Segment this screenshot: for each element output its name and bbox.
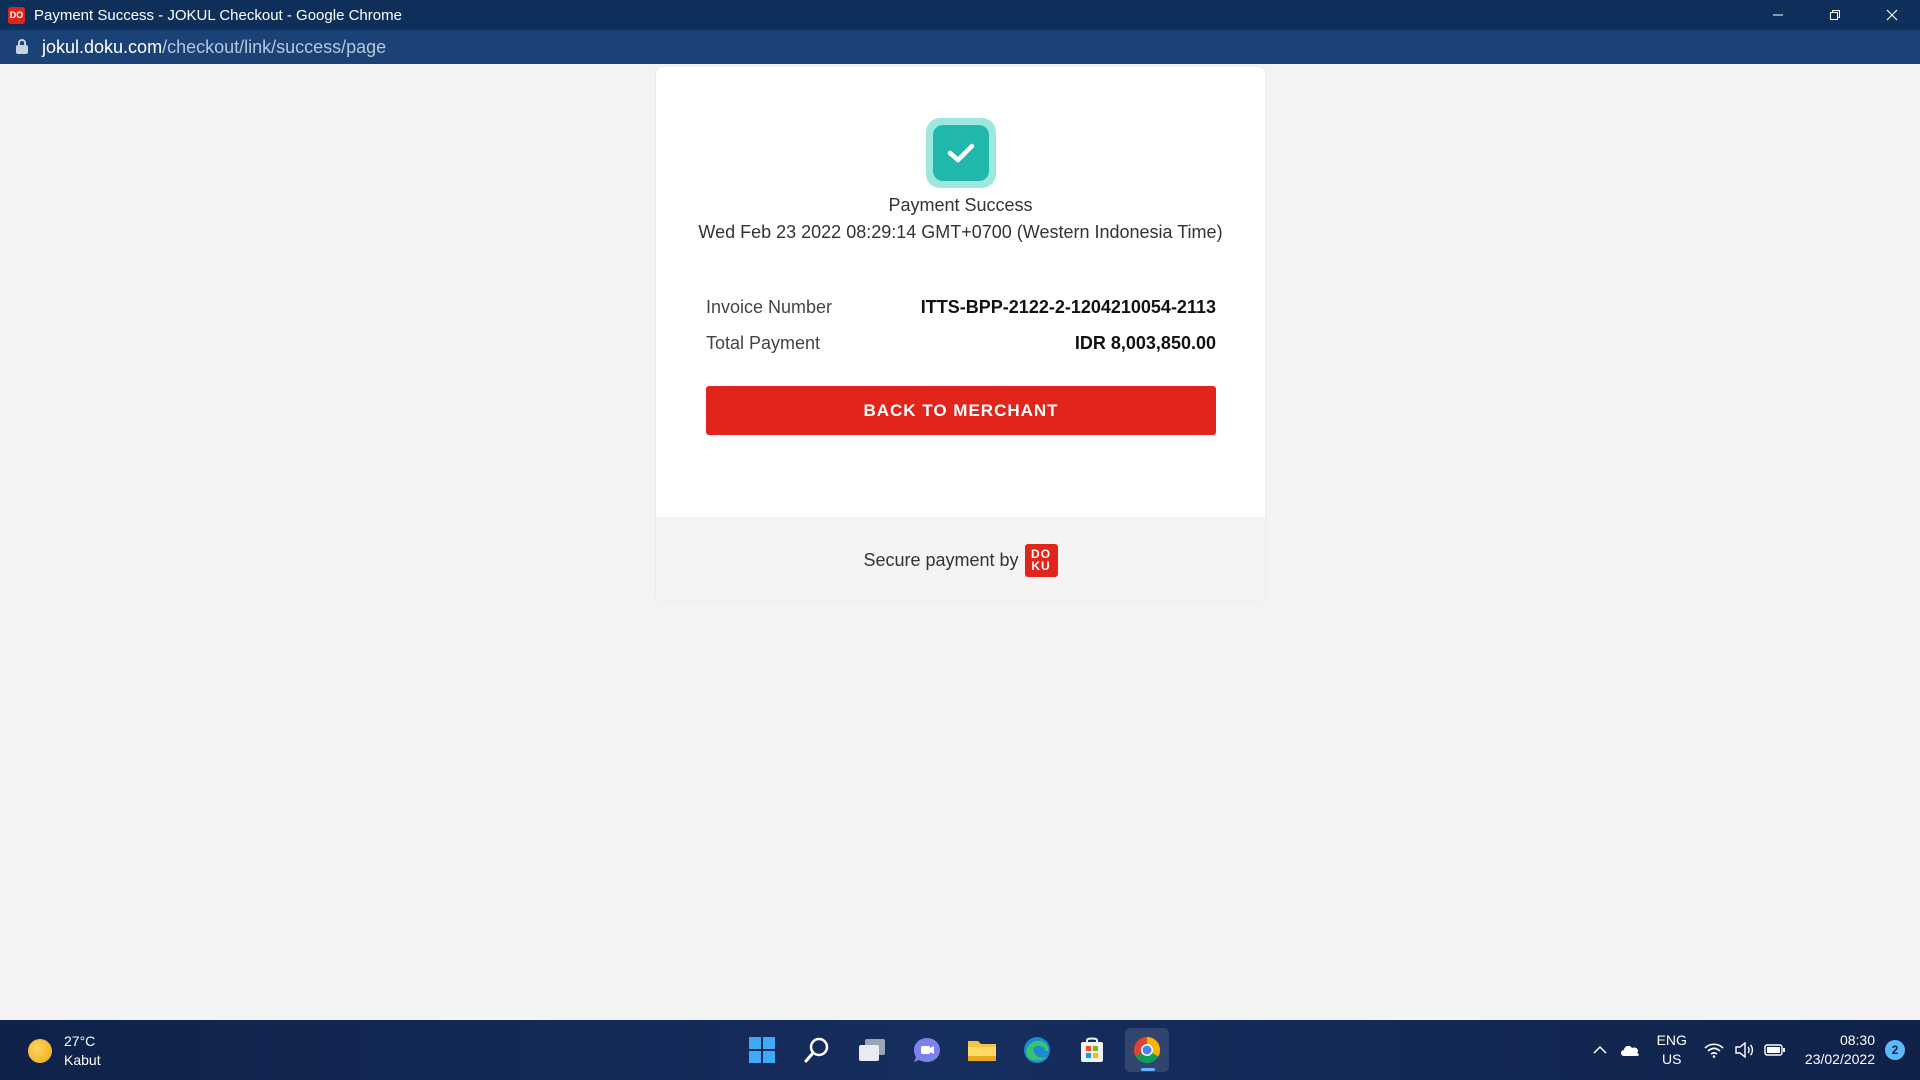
language-code: ENG — [1656, 1032, 1687, 1048]
weather-text: 27°C Kabut — [64, 1032, 101, 1070]
windows-start-icon — [749, 1037, 775, 1063]
file-explorer-icon — [968, 1041, 996, 1061]
onedrive-button[interactable] — [1613, 1043, 1647, 1057]
close-button[interactable] — [1863, 0, 1920, 30]
battery-icon — [1764, 1044, 1785, 1056]
restore-icon — [1829, 10, 1840, 20]
window-controls — [1749, 0, 1920, 30]
weather-temperature: 27°C — [64, 1033, 96, 1049]
show-hidden-icons-button[interactable] — [1587, 1045, 1613, 1055]
address-bar[interactable]: jokul.doku.com/checkout/link/success/pag… — [0, 30, 1920, 64]
lock-icon[interactable] — [15, 39, 29, 55]
success-badge — [926, 118, 996, 188]
windows-start-button[interactable] — [740, 1028, 784, 1072]
chrome-button[interactable] — [1125, 1028, 1169, 1072]
store-icon — [1081, 1037, 1103, 1062]
sun-icon — [28, 1039, 52, 1063]
weather-widget[interactable]: 27°C Kabut — [28, 1032, 101, 1070]
secure-payment-text: Secure payment by — [863, 549, 1019, 570]
url-text[interactable]: jokul.doku.com/checkout/link/success/pag… — [42, 37, 386, 58]
teams-chat-icon — [914, 1038, 940, 1062]
system-tray: ENG US 08:30 23/02/2022 2 — [1587, 1020, 1920, 1080]
volume-button[interactable] — [1729, 1042, 1759, 1058]
speaker-icon — [1735, 1042, 1753, 1058]
doku-logo-line2: KU — [1031, 559, 1051, 573]
doku-favicon-icon: DO — [8, 6, 25, 24]
minimize-icon — [1772, 14, 1783, 16]
notification-badge[interactable]: 2 — [1885, 1040, 1905, 1060]
minimize-button[interactable] — [1749, 0, 1806, 30]
battery-button[interactable] — [1759, 1044, 1791, 1056]
close-icon — [1886, 9, 1897, 21]
url-path: /checkout/link/success/page — [162, 36, 387, 57]
keyboard-region: US — [1662, 1051, 1682, 1067]
chrome-icon — [1133, 1036, 1161, 1064]
edge-button[interactable] — [1015, 1028, 1059, 1072]
search-button[interactable] — [795, 1028, 839, 1072]
clock-date: 23/02/2022 — [1804, 1051, 1875, 1067]
total-value: IDR 8,003,850.00 — [1074, 333, 1216, 353]
search-icon — [804, 1037, 829, 1063]
file-explorer-button[interactable] — [960, 1028, 1004, 1072]
back-to-merchant-button[interactable]: BACK TO MERCHANT — [706, 386, 1216, 435]
payment-timestamp: Wed Feb 23 2022 08:29:14 GMT+0700 (Weste… — [698, 222, 1223, 242]
doku-logo: DO KU — [1024, 543, 1058, 577]
cloud-icon — [1620, 1045, 1639, 1056]
teams-chat-button[interactable] — [905, 1028, 949, 1072]
language-indicator[interactable]: ENG US — [1657, 1031, 1687, 1069]
browser-title-bar: DO Payment Success - JOKUL Checkout - Go… — [0, 0, 1920, 30]
invoice-label: Invoice Number — [706, 297, 833, 317]
window-title: Payment Success - JOKUL Checkout - Googl… — [34, 6, 402, 24]
network-button[interactable] — [1699, 1042, 1729, 1058]
payment-card-body: Payment Success Wed Feb 23 2022 08:29:14… — [656, 67, 1265, 517]
restore-button[interactable] — [1806, 0, 1863, 30]
edge-icon — [1024, 1037, 1050, 1063]
weather-description: Kabut — [64, 1052, 101, 1068]
clock[interactable]: 08:30 23/02/2022 — [1805, 1031, 1875, 1069]
check-icon — [933, 125, 989, 181]
taskbar-apps — [740, 1028, 1180, 1072]
secure-payment-footer: Secure payment by DO KU — [656, 517, 1265, 601]
wifi-icon — [1704, 1043, 1724, 1058]
payment-status-title: Payment Success — [888, 195, 1033, 215]
total-row: Total Payment IDR 8,003,850.00 — [706, 333, 1216, 354]
invoice-value: ITTS-BPP-2122-2-1204210054-2113 — [920, 297, 1216, 317]
page-viewport: Payment Success Wed Feb 23 2022 08:29:14… — [0, 64, 1920, 1020]
invoice-row: Invoice Number ITTS-BPP-2122-2-120421005… — [706, 297, 1216, 318]
clock-time: 08:30 — [1839, 1032, 1875, 1048]
payment-card: Payment Success Wed Feb 23 2022 08:29:14… — [655, 66, 1266, 602]
store-button[interactable] — [1070, 1028, 1114, 1072]
windows-taskbar: 27°C Kabut ENG US 08:30 23/02/2022 2 — [0, 1020, 1920, 1080]
task-view-button[interactable] — [850, 1028, 894, 1072]
chevron-up-icon — [1593, 1045, 1607, 1054]
total-label: Total Payment — [706, 333, 821, 353]
url-domain: jokul.doku.com — [42, 36, 163, 57]
task-view-icon — [859, 1039, 885, 1061]
